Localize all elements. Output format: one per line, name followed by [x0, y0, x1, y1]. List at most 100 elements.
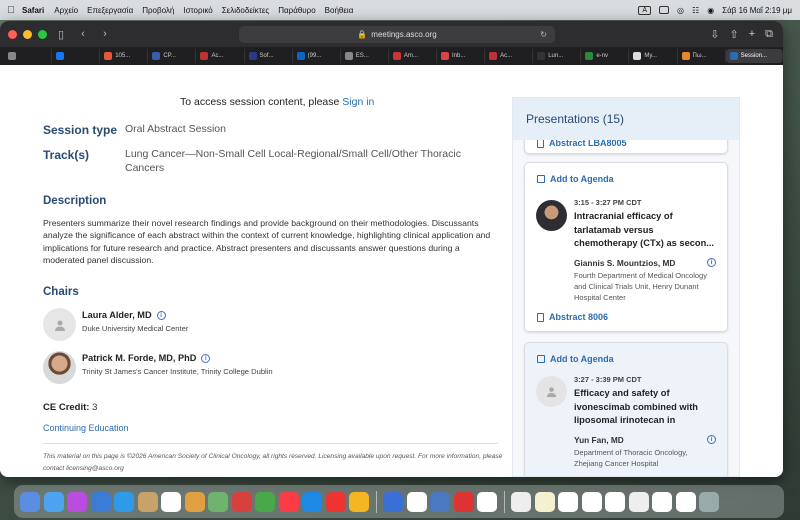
- photo-booth-icon[interactable]: [231, 491, 252, 512]
- presentation-time: 3:27 - 3:39 PM CDT: [574, 375, 642, 384]
- back-icon[interactable]: ‹: [75, 28, 91, 40]
- address-bar[interactable]: 🔒 meetings.asco.org ↻: [239, 25, 555, 43]
- minimize-window-icon[interactable]: [23, 29, 32, 39]
- photos-icon[interactable]: [184, 491, 205, 512]
- tab-favicon-icon: [200, 52, 209, 60]
- menu-help[interactable]: Βοήθεια: [325, 6, 354, 15]
- document-thumbnail-icon[interactable]: [511, 491, 531, 512]
- abstract-link[interactable]: Abstract 8006: [537, 312, 608, 322]
- document-thumbnail-icon[interactable]: [675, 491, 696, 512]
- acrobat-icon[interactable]: [453, 491, 474, 512]
- tab-item[interactable]: CP...: [148, 49, 197, 63]
- tab-item[interactable]: Sof...: [245, 49, 293, 63]
- tab-label: Inb...: [451, 53, 466, 59]
- chair-name[interactable]: Patrick M. Forde, MD, PhD: [82, 353, 196, 363]
- document-thumbnail-icon[interactable]: [581, 491, 602, 512]
- menu-view[interactable]: Προβολή: [142, 6, 174, 15]
- tab-item[interactable]: Inb...: [437, 49, 486, 63]
- tab-item[interactable]: Ac...: [196, 49, 245, 63]
- presentation-title[interactable]: Efficacy and safety of ivonescimab combi…: [574, 387, 716, 428]
- tab-item[interactable]: My...: [629, 49, 678, 63]
- zoom-window-icon[interactable]: [38, 29, 47, 39]
- add-to-agenda-button[interactable]: Add to Agenda: [537, 174, 614, 184]
- share-icon[interactable]: ⇧: [729, 28, 738, 41]
- teams-icon[interactable]: [383, 491, 403, 512]
- abstract-link[interactable]: Abstract LBA8005: [537, 140, 627, 148]
- maps-icon[interactable]: [208, 491, 228, 512]
- presentation-title[interactable]: Intracranial efficacy of tarlatamab vers…: [574, 210, 716, 251]
- control-center-icon[interactable]: ☷: [692, 6, 699, 15]
- forward-icon[interactable]: ›: [97, 28, 113, 40]
- tab-item[interactable]: [52, 49, 101, 63]
- tab-label: Am...: [403, 53, 418, 59]
- tab-item[interactable]: Lun...: [533, 49, 582, 63]
- tab-label: Πω...: [692, 53, 707, 59]
- tab-item[interactable]: Πω...: [678, 49, 726, 63]
- tab-label: Sof...: [259, 53, 274, 59]
- sidebar-toggle-icon[interactable]: ▯: [53, 28, 69, 41]
- menu-history[interactable]: Ιστορικό: [183, 6, 212, 15]
- downloads-icon[interactable]: ⇩: [710, 28, 719, 41]
- menu-bookmarks[interactable]: Σελιδοδείκτες: [222, 6, 270, 15]
- app-store-icon[interactable]: [302, 491, 322, 512]
- menu-window[interactable]: Παράθυρο: [278, 6, 315, 15]
- document-thumbnail-icon[interactable]: [628, 491, 649, 512]
- podcasts-icon[interactable]: [67, 491, 87, 512]
- lock-icon: 🔒: [357, 29, 368, 39]
- presenter-name[interactable]: Giannis S. Mountzios, MD: [574, 258, 675, 268]
- tab-item[interactable]: Am...: [389, 49, 437, 63]
- reload-icon[interactable]: ↻: [540, 30, 547, 39]
- calendar-icon[interactable]: [161, 491, 181, 512]
- chrome-icon[interactable]: [325, 491, 346, 512]
- tab-item[interactable]: e-nv: [581, 49, 630, 63]
- document-thumbnail-icon[interactable]: [652, 491, 672, 512]
- presenter-name[interactable]: Yun Fan, MD: [574, 435, 624, 445]
- notes-app-icon[interactable]: [137, 491, 158, 512]
- preview-icon[interactable]: [430, 491, 450, 512]
- chair-entry: Patrick M. Forde, MD, PhD i Trinity St Ja…: [43, 351, 273, 384]
- mail-icon: [440, 52, 449, 60]
- info-icon[interactable]: i: [201, 354, 211, 364]
- document-thumbnail-icon[interactable]: [558, 491, 578, 512]
- text-edit-icon[interactable]: [477, 491, 497, 512]
- tab-overview-icon[interactable]: ⧉: [765, 28, 773, 41]
- tab-item[interactable]: 105...: [100, 49, 149, 63]
- messages-icon[interactable]: [255, 491, 275, 512]
- wifi-icon[interactable]: ◎: [677, 6, 684, 15]
- info-icon[interactable]: i: [707, 435, 716, 444]
- menu-file[interactable]: Αρχείο: [54, 6, 78, 15]
- tab-item[interactable]: [4, 49, 53, 63]
- music-icon[interactable]: [278, 491, 299, 512]
- tab-favicon-icon: [681, 52, 690, 60]
- tab-favicon-icon: [633, 52, 642, 60]
- trash-icon[interactable]: [699, 491, 719, 512]
- siri-icon[interactable]: ◉: [707, 6, 714, 15]
- pencil-app-icon[interactable]: [349, 491, 369, 512]
- menu-edit[interactable]: Επεξεργασία: [87, 6, 133, 15]
- close-window-icon[interactable]: [8, 29, 17, 39]
- add-to-agenda-button[interactable]: Add to Agenda: [537, 354, 614, 364]
- finder-icon[interactable]: [20, 491, 40, 512]
- tab-item[interactable]: Ac...: [485, 49, 534, 63]
- input-source-indicator[interactable]: A: [638, 5, 652, 15]
- safari-icon[interactable]: [114, 491, 134, 512]
- info-icon[interactable]: i: [707, 258, 716, 267]
- presentations-list[interactable]: Abstract LBA8005 Add to Agenda 3:15 - 3:…: [513, 140, 739, 476]
- dictionary-icon[interactable]: [406, 491, 427, 512]
- clock[interactable]: Σάβ 16 Μαΐ 2:19 μμ: [722, 6, 792, 15]
- document-thumbnail-icon[interactable]: [534, 491, 555, 512]
- mail-icon[interactable]: [90, 491, 111, 512]
- apple-icon[interactable]: : [0, 5, 22, 16]
- continuing-education-link[interactable]: Continuing Education: [43, 423, 129, 433]
- tab-item-active[interactable]: Session...: [725, 49, 783, 63]
- new-tab-icon[interactable]: +: [749, 28, 755, 41]
- tab-item[interactable]: ES...: [341, 49, 389, 63]
- info-icon[interactable]: i: [156, 311, 166, 321]
- app-name[interactable]: Safari: [22, 6, 44, 15]
- tab-item[interactable]: (99...: [293, 49, 341, 63]
- launchpad-icon[interactable]: [43, 491, 64, 512]
- document-thumbnail-icon[interactable]: [605, 491, 625, 512]
- battery-icon[interactable]: [659, 6, 670, 14]
- signin-link[interactable]: Sign in: [342, 96, 374, 108]
- chair-name[interactable]: Laura Alder, MD: [82, 310, 152, 320]
